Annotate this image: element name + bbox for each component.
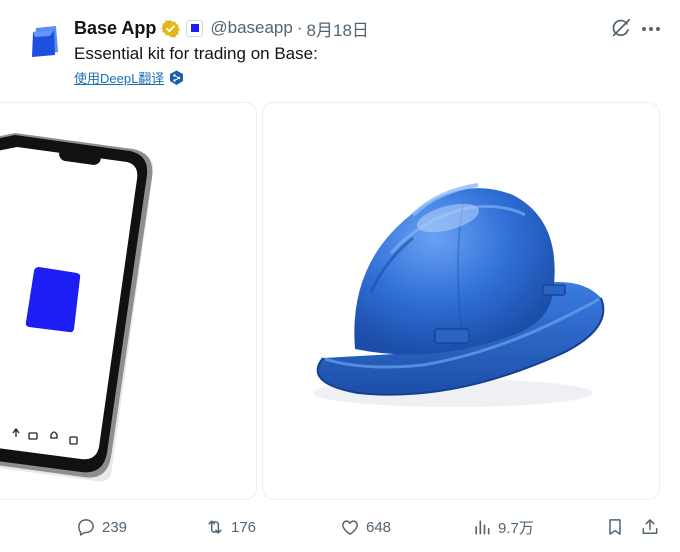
like-count: 648: [366, 518, 392, 536]
verified-badge-icon[interactable]: [161, 19, 181, 38]
share-icon: [642, 519, 658, 534]
reply-count: 239: [102, 518, 128, 536]
separator: ·: [296, 18, 303, 37]
repost-button[interactable]: 176: [205, 512, 256, 542]
repost-icon: [208, 520, 222, 534]
translate-row: 使用DeepL翻译: [74, 68, 184, 87]
affiliate-badge-icon[interactable]: [186, 19, 204, 37]
like-button[interactable]: 648: [340, 512, 391, 542]
views-icon: [475, 520, 490, 535]
avatar[interactable]: [24, 22, 64, 62]
like-icon: [342, 520, 358, 535]
share-button[interactable]: [640, 512, 660, 542]
repost-count: 176: [231, 518, 257, 536]
handle[interactable]: @baseapp: [210, 18, 293, 38]
bookmark-icon: [609, 519, 621, 535]
views-button[interactable]: 9.7万: [472, 512, 534, 542]
more-icon[interactable]: [640, 19, 662, 39]
views-count: 9.7万: [498, 519, 534, 537]
timestamp[interactable]: 8月18日: [307, 16, 369, 41]
media-image-phone[interactable]: [0, 102, 257, 500]
grok-icon[interactable]: [610, 17, 632, 39]
tweet-text: Essential kit for trading on Base:: [74, 44, 318, 63]
display-name[interactable]: Base App: [74, 18, 156, 39]
deepl-icon: [169, 70, 184, 86]
bookmark-button[interactable]: [605, 512, 625, 542]
reply-button[interactable]: 239: [76, 512, 127, 542]
reply-icon: [78, 519, 94, 536]
tweet-header: Base App @baseapp · 8月18日: [74, 16, 369, 40]
media-image-hard-hat[interactable]: [262, 102, 660, 500]
translate-link[interactable]: 使用DeepL翻译: [74, 68, 164, 87]
action-bar: 239 176 648 9.7万: [0, 512, 680, 542]
